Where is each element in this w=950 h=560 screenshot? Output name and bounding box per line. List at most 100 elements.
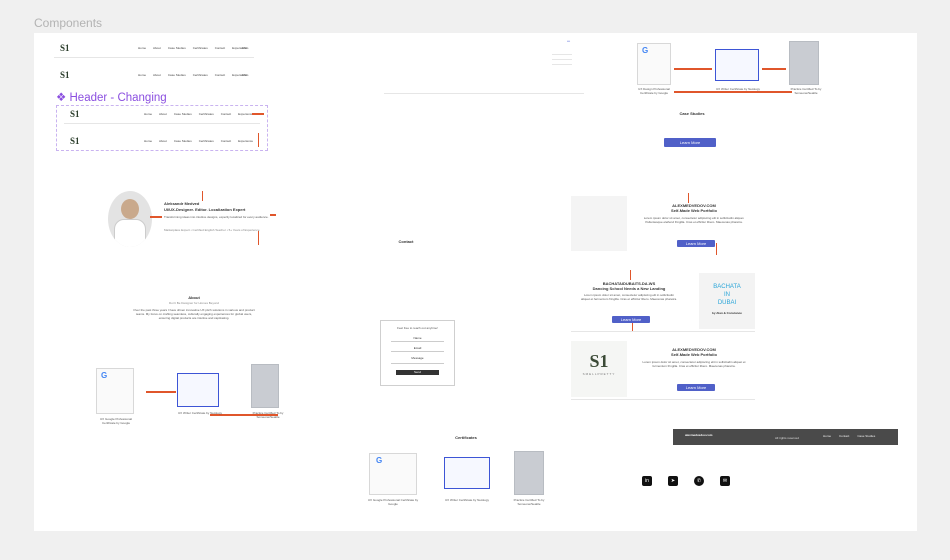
send-button[interactable]: Send [396, 370, 439, 375]
cert-caption: UX Writer Certificate by Netology [445, 498, 489, 502]
certificate-card-netology[interactable] [715, 49, 759, 81]
nav-case-studies[interactable]: Case Studies [168, 46, 186, 50]
case-body: Lorem ipsum dolor sit amet, consectetur … [581, 293, 677, 301]
hero-meta: Marketplace Expert • Certified English T… [164, 228, 260, 232]
nav-case-studies[interactable]: Case Studies [174, 112, 192, 116]
nav-home[interactable]: Home [138, 73, 146, 77]
certificate-card-netology[interactable] [177, 373, 219, 407]
header-logo-3[interactable]: S1 [70, 109, 80, 119]
page-label: Components [34, 16, 103, 30]
header-logo-2[interactable]: S1 [60, 70, 70, 80]
dots-icon: ••• [567, 39, 571, 43]
smellpretty-image: S1 SMELLPRETTY [571, 341, 627, 397]
annotation-arrow [674, 68, 712, 70]
case-body: Lorem ipsum dolor sit amet, consectetur … [642, 360, 746, 368]
annotation-line [630, 270, 631, 280]
whatsapp-icon[interactable]: ✆ [694, 476, 704, 486]
contact-intro: Feel free to reach out anytime! [397, 326, 438, 330]
learn-more-button[interactable]: Learn More [677, 240, 715, 247]
nav-certificates[interactable]: Certificates [199, 112, 214, 116]
nav-certificates[interactable]: Certificates [193, 46, 208, 50]
certificate-card-google[interactable]: G [637, 43, 671, 85]
case-image-placeholder [571, 196, 627, 251]
nav-contact[interactable]: Contact [221, 112, 231, 116]
certificate-card-netology[interactable] [444, 457, 490, 489]
footer-sub: All rights reserved [775, 436, 800, 440]
header-nav-2: Home About Case Studies Certificates Con… [138, 73, 247, 77]
certificate-card-practice[interactable] [251, 364, 279, 408]
annotation-line [716, 243, 717, 255]
certificate-card-practice[interactable] [514, 451, 544, 495]
learn-more-button[interactable]: Learn More [612, 316, 650, 323]
footer-links: Home Contact Case Studies [823, 434, 875, 438]
google-icon: G [376, 456, 383, 465]
nav-certificates[interactable]: Certificates [199, 139, 214, 143]
cert-caption: UX Writer Certificate by Netology [716, 87, 760, 91]
case-subtitle: Self-Made Web Portfolio [671, 208, 717, 213]
lang-switch[interactable]: ENG [242, 46, 249, 50]
annotation-line [632, 323, 633, 331]
case-body: Lorem ipsum dolor sit amet, consectetur … [643, 216, 745, 224]
name-field[interactable]: Name [391, 336, 444, 342]
nav-case-studies[interactable]: Case Studies [174, 139, 192, 143]
cert-caption: UX Google Professional Certificate by Go… [99, 417, 133, 425]
smellpretty-word: SMELLPRETTY [582, 372, 616, 376]
divider [54, 57, 254, 58]
message-field[interactable]: Message [391, 356, 444, 364]
nav-contact[interactable]: Contact [215, 73, 225, 77]
header-logo-4[interactable]: S1 [70, 136, 80, 146]
nav-case-studies[interactable]: Case Studies [168, 73, 186, 77]
nav-about[interactable]: About [159, 139, 167, 143]
nav-certificates[interactable]: Certificates [193, 73, 208, 77]
linkedin-icon[interactable]: in [642, 476, 652, 486]
email-field[interactable]: Email [391, 346, 444, 352]
annotation-arrow [674, 91, 792, 93]
annotation-line [202, 191, 203, 201]
cert-caption: Practice Certified To by Someone/Seattle [252, 411, 284, 419]
nav-home[interactable]: Home [144, 139, 152, 143]
google-icon: G [642, 46, 649, 55]
annotation-arrow [150, 216, 162, 218]
case-studies-learn-more-button[interactable]: Learn More [664, 138, 716, 147]
hero-tagline: Transforming ideas into intuitive design… [164, 215, 269, 219]
certificate-card-practice[interactable] [789, 41, 819, 85]
case-studies-heading: Case Studies [679, 111, 705, 116]
cert-caption: UX Design Professional Certificate by Go… [638, 87, 670, 95]
annotation-arrow [762, 68, 786, 70]
learn-more-button[interactable]: Learn More [677, 384, 715, 391]
nav-contact[interactable]: Contact [215, 46, 225, 50]
telegram-icon[interactable]: ➤ [668, 476, 678, 486]
certificate-card-google[interactable]: G [96, 368, 134, 414]
footer-link[interactable]: Contact [839, 434, 849, 438]
about-body: Over the past three years I have driven … [133, 308, 255, 320]
nav-about[interactable]: About [153, 73, 161, 77]
header-nav: Home About Case Studies Certificates Con… [138, 46, 247, 50]
header-nav-3: Home About Case Studies Certificates Con… [144, 112, 253, 116]
nav-experience[interactable]: Experience [238, 112, 253, 116]
divider [571, 399, 755, 400]
nav-home[interactable]: Home [138, 46, 146, 50]
lang-switch-2[interactable]: ENG [242, 73, 249, 77]
annotation-arrow [252, 113, 264, 115]
nav-experience[interactable]: Experience [238, 139, 253, 143]
bachata-line2: IN [724, 292, 730, 298]
about-heading: About [188, 295, 200, 300]
header-logo[interactable]: S1 [60, 43, 70, 53]
nav-home[interactable]: Home [144, 112, 152, 116]
certificate-card-google[interactable]: G [369, 453, 417, 495]
nav-contact[interactable]: Contact [221, 139, 231, 143]
footer-link[interactable]: Case Studies [857, 434, 875, 438]
annotation-mark [270, 214, 276, 216]
bachata-line1: BACHATA [713, 284, 741, 290]
divider [571, 331, 755, 332]
cert-caption: UX Writer Certificate by Netology [178, 411, 222, 415]
google-icon: G [101, 371, 108, 380]
footer-link[interactable]: Home [823, 434, 831, 438]
email-icon[interactable]: ✉ [720, 476, 730, 486]
cert-caption: Practice Certified To by Someone/Seattle [790, 87, 822, 95]
nav-about[interactable]: About [159, 112, 167, 116]
nav-about[interactable]: About [153, 46, 161, 50]
case-subtitle: Self-Made Web Portfolio [671, 352, 717, 357]
divider [64, 123, 260, 124]
annotation-line [258, 231, 259, 245]
